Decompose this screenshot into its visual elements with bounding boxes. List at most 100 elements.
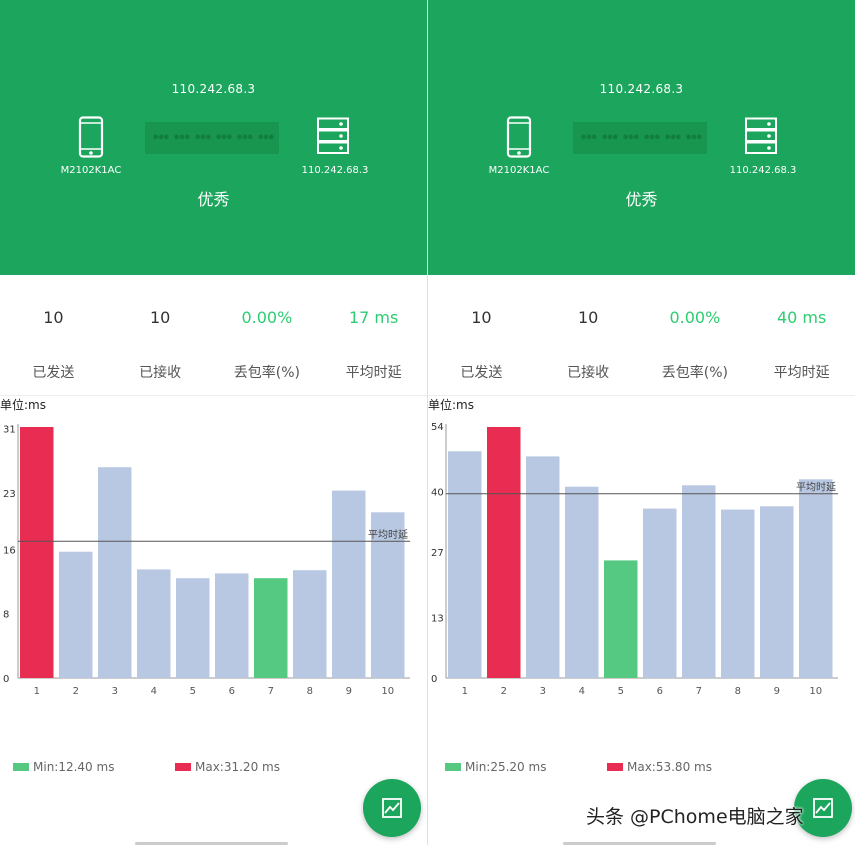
x-tick-label: 2 [501, 686, 507, 697]
stat-value: 10 [577, 308, 599, 327]
bar-5 [176, 578, 210, 678]
quality-rating: 优秀 [197, 190, 230, 209]
target-ip: 110.242.68.3 [599, 82, 684, 96]
x-tick-label: 10 [381, 686, 394, 697]
legend-min-swatch [13, 763, 29, 771]
stat-label: 已接收 [139, 365, 182, 381]
x-tick-label: 10 [809, 686, 822, 697]
x-tick-label: 5 [618, 686, 624, 697]
x-tick-label: 6 [657, 686, 663, 697]
legend-min: Min:12.40 ms [13, 760, 114, 774]
legend-max: Max:31.20 ms [175, 760, 280, 774]
stat-label: 已接收 [567, 365, 610, 381]
x-tick-label: 3 [112, 686, 118, 697]
legend-max-swatch [175, 763, 191, 771]
bar-2 [487, 427, 521, 678]
connection-header: 110.242.68.3 M2102K1AC ••• ••• ••• ••• ••• ••… [0, 0, 427, 275]
stat-value: 10 [471, 308, 492, 327]
x-tick-label: 9 [346, 686, 352, 697]
bar-7 [254, 578, 288, 678]
device-name: M2102K1AC [60, 165, 122, 176]
bar-5 [604, 560, 638, 678]
bar-9 [332, 490, 366, 678]
average-line-label: 平均时延 [796, 482, 836, 494]
packet-flow-indicator: ••• ••• ••• ••• ••• ••• [145, 122, 279, 154]
stat-label: 丢包率(%) [661, 365, 728, 381]
stat-label: 平均时延 [345, 365, 402, 381]
server-ip: 110.242.68.3 [729, 165, 797, 176]
x-tick-label: 8 [307, 686, 313, 697]
x-tick-label: 7 [696, 686, 702, 697]
bar-8 [721, 509, 755, 678]
y-tick-label: 54 [431, 422, 444, 433]
bar-10 [799, 479, 833, 678]
connection-header: 110.242.68.3 M2102K1AC ••• ••• ••• ••• ••• ••… [428, 0, 855, 275]
x-tick-label: 4 [151, 686, 157, 697]
average-line-label: 平均时延 [368, 529, 408, 541]
bar-4 [565, 486, 599, 678]
quality-rating: 优秀 [625, 190, 658, 209]
legend-min-label: Min:12.40 ms [33, 760, 115, 774]
ping-panel-right: 110.242.68.3 M2102K1AC ••• ••• ••• ••• ••• ••… [428, 0, 855, 845]
y-tick-label: 27 [431, 548, 444, 559]
x-tick-label: 8 [735, 686, 741, 697]
stat-received: 10 已接收 [107, 308, 214, 382]
stat-avg-latency: 40 ms 平均时延 [748, 308, 855, 382]
y-tick-label: 40 [431, 487, 444, 498]
latency-bar-chart: 312316801 2 3 4 5 6 7 8 9 10平均时延 [3, 424, 410, 697]
device-name: M2102K1AC [488, 165, 550, 176]
stat-avg-latency: 17 ms 平均时延 [320, 308, 427, 382]
bar-2 [59, 551, 93, 678]
legend-max-label: Max:53.80 ms [627, 760, 712, 774]
bar-7 [682, 485, 716, 678]
y-tick-label: 31 [3, 425, 16, 436]
latency-bar-chart: 54 40 27 13 0 1 2 3 4 5 6 7 8 9 10 平均时延 [431, 422, 838, 697]
stat-value: 0.00% [669, 308, 721, 327]
target-ip: 110.242.68.3 [171, 82, 256, 96]
stat-label: 平均时延 [773, 365, 830, 381]
stat-label: 丢包率(%) [233, 365, 300, 381]
bar-3 [526, 456, 560, 678]
chart-legend: Min:25.20 ms Max:53.80 ms [428, 760, 855, 774]
x-tick-label: 9 [774, 686, 780, 697]
phone-icon [78, 116, 104, 158]
x-tick-label: 4 [579, 686, 585, 697]
server-icon [317, 117, 349, 154]
bar-8 [293, 570, 327, 678]
server-icon [745, 117, 777, 154]
trend-chart-icon [382, 798, 402, 818]
y-tick-label: 8 [3, 610, 9, 621]
stat-value: 10 [43, 308, 64, 327]
y-tick-label: 13 [431, 613, 444, 624]
y-tick-label: 23 [3, 489, 16, 500]
watermark-text: 头条 @PChome电脑之家 [586, 806, 804, 828]
x-tick-label: 5 [190, 686, 196, 697]
x-tick-label: 7 [268, 686, 274, 697]
stat-value: 10 [149, 308, 171, 327]
legend-max-label: Max:31.20 ms [195, 760, 280, 774]
packet-flow-indicator: ••• ••• ••• ••• ••• ••• [573, 122, 707, 154]
stat-sent: 10 已发送 [428, 308, 535, 382]
bar-9 [760, 506, 794, 678]
x-tick-label: 1 [34, 686, 40, 697]
chart-unit-label: 单位:ms [428, 398, 474, 412]
server-ip: 110.242.68.3 [301, 165, 369, 176]
bar-6 [643, 508, 677, 678]
x-tick-label: 6 [229, 686, 235, 697]
section-divider [428, 395, 855, 396]
chart-legend: Min:12.40 ms Max:31.20 ms [0, 760, 427, 774]
ping-panel-left: 110.242.68.3 M2102K1AC ••• ••• ••• ••• ••• ••… [0, 0, 427, 845]
stats-row: 10 已发送 10 已接收 0.00% 丢包率(%) 17 ms 平均时延 [0, 308, 427, 382]
bar-4 [137, 569, 171, 678]
stat-sent: 10 已发送 [0, 308, 107, 382]
bar-6 [215, 573, 249, 678]
x-tick-label: 2 [73, 686, 79, 697]
y-tick-label: 16 [3, 545, 16, 556]
y-tick-label: 0 [3, 674, 9, 685]
chart-view-button[interactable] [363, 779, 421, 837]
bar-3 [98, 467, 132, 678]
bar-1 [20, 427, 54, 678]
stat-value: 40 ms [776, 308, 827, 327]
stat-label: 已发送 [32, 365, 75, 381]
bar-1 [448, 451, 482, 678]
